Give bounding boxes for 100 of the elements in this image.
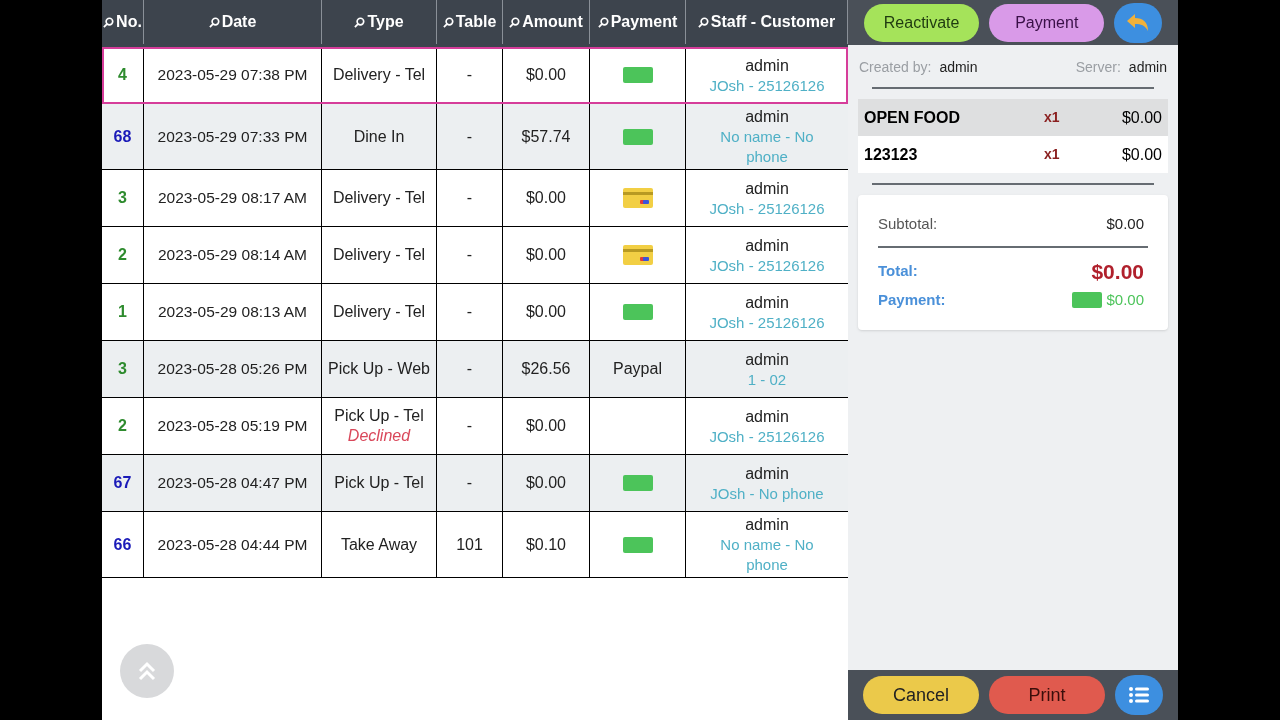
cash-icon [622,128,653,145]
customer-info: No name - No phone [719,127,815,167]
order-amount: $0.00 [525,65,566,85]
table-number: - [466,245,473,265]
order-type: Delivery - Tel [332,65,426,85]
order-row[interactable]: 3 2023-05-29 08:17 AM Delivery - Tel - $0.00 admin JOsh - 25126126 [102,170,848,227]
table-number: - [466,188,473,208]
order-date: 2023-05-28 04:47 PM [157,473,308,494]
staff-name: admin [745,349,789,370]
order-type: Delivery - Tel [332,245,426,265]
customer-info: 1 - 02 [746,369,788,390]
order-amount: $0.00 [525,416,566,436]
credit-card-icon [622,245,653,265]
order-item[interactable]: 123123 x1 $0.00 [858,136,1168,173]
order-number: 3 [118,188,127,208]
column-header[interactable]: Staff - Customer [710,10,836,34]
table-number: - [466,416,473,436]
staff-name: admin [745,107,789,127]
column-header[interactable]: Type [367,10,404,34]
item-price: $0.00 [1121,107,1162,128]
order-amount: $57.74 [521,126,571,147]
order-number: 66 [113,534,132,555]
server-label: Server: [1075,58,1121,77]
order-row[interactable]: 67 2023-05-28 04:47 PM Pick Up - Tel - $0.00 admin JOsh - No phone [102,455,848,512]
subtotal-value: $0.00 [1106,214,1145,234]
created-by-value: admin [939,58,978,77]
table-number: - [466,302,473,322]
order-type: Pick Up - Tel [334,406,424,426]
order-item[interactable]: OPEN FOOD x1 $0.00 [858,99,1168,136]
order-type: Take Away [340,534,418,555]
print-button[interactable]: Print [989,676,1105,714]
payment-amount: $0.00 [1106,290,1144,310]
total-label: Total: [878,261,918,281]
order-date: 2023-05-28 04:44 PM [157,534,308,555]
staff-name: admin [745,292,789,313]
cash-icon [1072,292,1103,309]
staff-name: admin [745,178,789,199]
table-number: - [466,359,473,379]
order-amount: $26.56 [521,359,571,379]
back-button[interactable] [1114,2,1162,43]
customer-info: JOsh - No phone [709,483,825,504]
reactivate-button[interactable]: Reactivate [864,3,980,42]
double-chevron-up-icon [137,660,157,682]
order-number: 1 [118,302,127,322]
cancel-button[interactable]: Cancel [863,676,979,714]
cash-icon [622,536,653,553]
search-icon [354,16,366,28]
order-number: 2 [118,245,127,265]
order-amount: $0.10 [525,534,566,555]
table-number: - [466,126,473,147]
order-type: Delivery - Tel [332,188,426,208]
order-amount: $0.00 [525,302,566,322]
order-number: 68 [113,126,132,147]
table-number: - [466,473,473,493]
order-date: 2023-05-29 08:13 AM [157,302,308,323]
item-quantity: x1 [1044,145,1060,164]
staff-name: admin [745,406,789,427]
total-value: $0.00 [1091,258,1145,285]
order-type: Dine In [353,126,405,147]
order-number: 4 [118,65,127,85]
order-amount: $0.00 [525,188,566,208]
order-type: Delivery - Tel [332,302,426,322]
search-icon [442,16,454,28]
staff-name: admin [745,515,789,535]
column-header[interactable]: Table [455,10,497,34]
payment-button[interactable]: Payment [989,3,1105,42]
order-date: 2023-05-28 05:26 PM [157,359,308,380]
order-row[interactable]: 3 2023-05-28 05:26 PM Pick Up - Web - $26.56 Paypal admin 1 - 02 [102,341,848,398]
order-row[interactable]: 66 2023-05-28 04:44 PM Take Away 101 $0.10 admin No name - No phone [102,512,848,578]
order-type: Pick Up - Web [328,359,430,379]
order-number: 3 [118,359,127,379]
order-row[interactable]: 2 2023-05-28 05:19 PM Pick Up - Tel Declined - $0.00 admin JOsh - 25126126 [102,398,848,455]
column-header[interactable]: Payment [610,10,678,34]
order-number: 2 [118,416,127,436]
payment-method: Paypal [613,359,662,379]
credit-card-icon [622,188,653,208]
item-price: $0.00 [1121,144,1162,165]
server-value: admin [1128,58,1167,77]
customer-info: JOsh - 25126126 [708,312,826,333]
order-amount: $0.00 [525,473,566,493]
column-header[interactable]: No. [116,10,142,34]
order-date: 2023-05-28 05:19 PM [157,416,308,437]
column-header[interactable]: Date [221,10,257,34]
created-by-label: Created by: [859,58,932,77]
column-header[interactable]: Amount [522,10,583,34]
order-status: Declined [347,426,411,446]
search-icon [597,16,609,28]
subtotal-label: Subtotal: [878,214,938,234]
customer-info: JOsh - 25126126 [708,426,826,447]
order-amount: $0.00 [525,245,566,265]
cash-icon [622,475,653,491]
order-row[interactable]: 4 2023-05-29 07:38 PM Delivery - Tel - $0.00 admin JOsh - 25126126 [102,47,848,104]
order-type: Pick Up - Tel [334,473,424,493]
order-row[interactable]: 68 2023-05-29 07:33 PM Dine In - $57.74 admin No name - No phone [102,104,848,170]
order-row[interactable]: 2 2023-05-29 08:14 AM Delivery - Tel - $0.00 admin JOsh - 25126126 [102,227,848,284]
list-button[interactable] [1115,675,1163,715]
order-date: 2023-05-29 08:14 AM [157,245,308,266]
order-row[interactable]: 1 2023-05-29 08:13 AM Delivery - Tel - $0.00 admin JOsh - 25126126 [102,284,848,341]
payment-label: Payment: [878,290,946,310]
table-number: 101 [456,534,483,555]
